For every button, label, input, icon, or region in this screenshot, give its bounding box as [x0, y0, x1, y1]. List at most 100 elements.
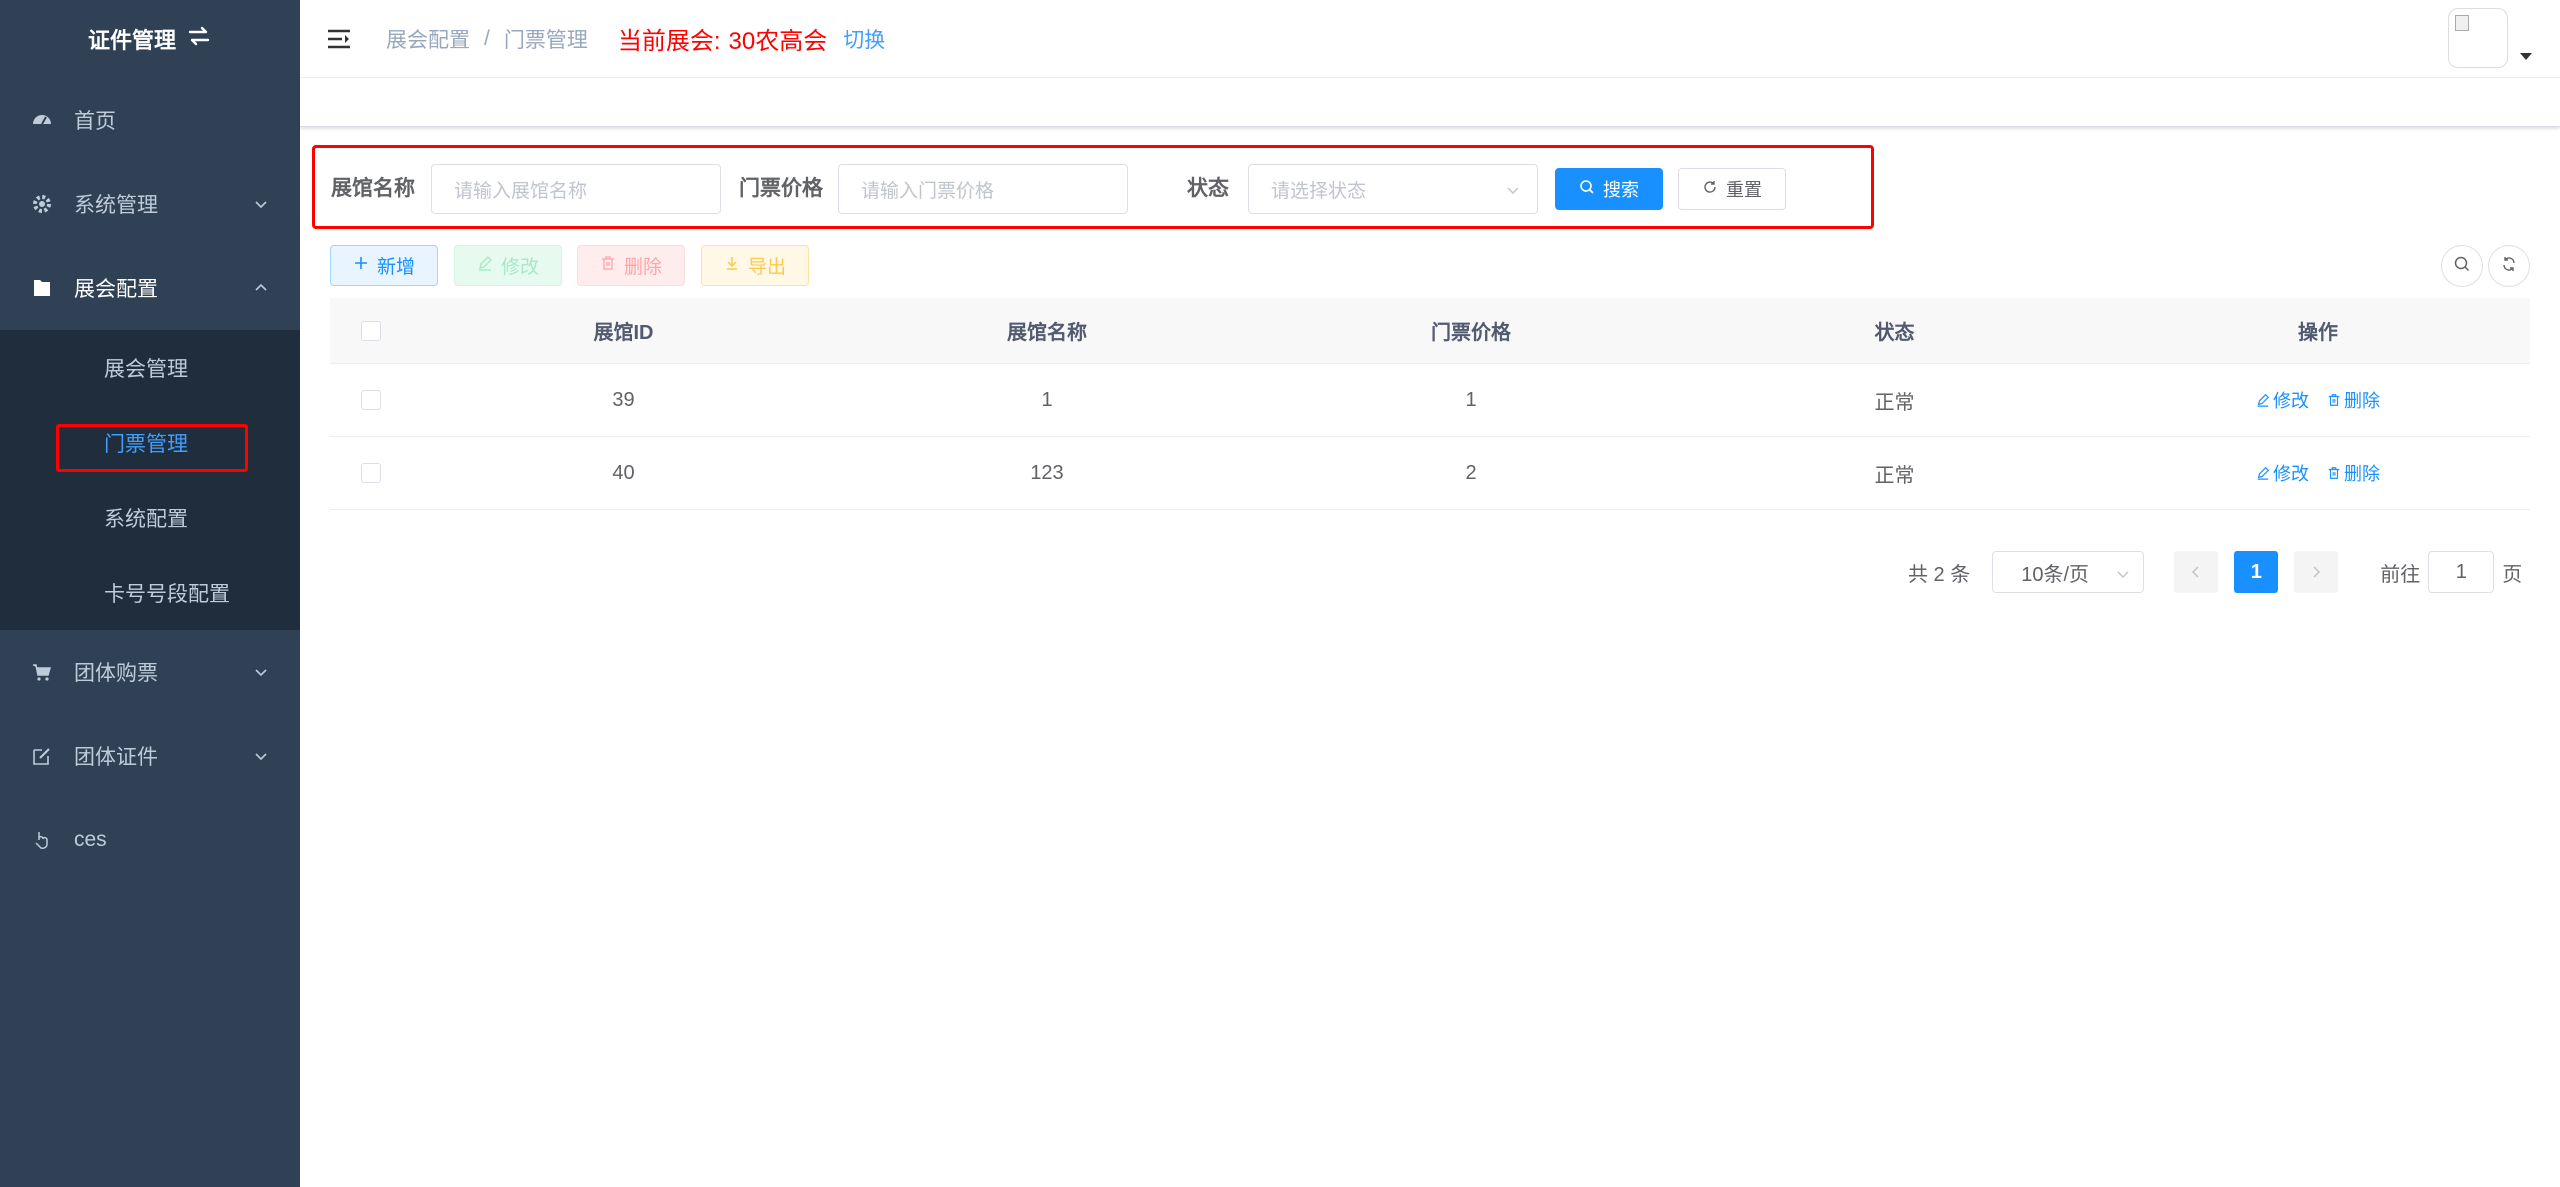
- menu-item-ces[interactable]: ces: [0, 798, 300, 882]
- export-button[interactable]: 导出: [701, 245, 809, 286]
- search-button[interactable]: 搜索: [1555, 168, 1663, 210]
- menu-item-group-certificates[interactable]: 团体证件: [0, 714, 300, 798]
- row-delete-link[interactable]: 删除: [2327, 387, 2380, 413]
- sidebar: 证件管理 首页 系统管理 展会配置 展会管理 门票管理 系统配置 卡号号段配置 …: [0, 0, 300, 1187]
- submenu-label: 系统配置: [104, 507, 188, 531]
- menu-item-system[interactable]: 系统管理: [0, 162, 300, 246]
- edit-icon: [30, 744, 54, 768]
- price-label: 门票价格: [739, 177, 823, 200]
- cell-actions: 修改 删除: [2106, 437, 2530, 509]
- column-header: 状态: [1874, 322, 1915, 344]
- current-expo-name: 30农高会: [728, 28, 828, 55]
- search-form-row: 展馆名称 请输入展馆名称 门票价格 请输入门票价格 状态 请选择状态 搜索 重置: [315, 164, 1871, 214]
- pointer-icon: [30, 828, 54, 852]
- table-row: 40 123 2 正常 修改 删除: [330, 437, 2530, 510]
- edit-icon: [477, 255, 493, 277]
- download-icon: [724, 255, 740, 277]
- add-button[interactable]: 新增: [330, 245, 438, 286]
- select-all-checkbox[interactable]: [361, 320, 381, 341]
- chevron-down-icon: [252, 663, 270, 681]
- total-count: 共 2 条: [1908, 563, 1971, 586]
- toggle-search-button[interactable]: [2441, 245, 2483, 287]
- submenu-label: 展会管理: [104, 357, 188, 381]
- hamburger-icon[interactable]: [324, 24, 354, 54]
- edit-button[interactable]: 修改: [454, 245, 562, 286]
- price-input[interactable]: 请输入门票价格: [838, 164, 1128, 214]
- status-select[interactable]: 请选择状态: [1248, 164, 1538, 214]
- menu-item-expo-config[interactable]: 展会配置: [0, 246, 300, 330]
- table-header: 展馆ID 展馆名称 门票价格 状态 操作: [330, 298, 2530, 364]
- column-header: 门票价格: [1431, 322, 1511, 344]
- reset-button[interactable]: 重置: [1678, 168, 1786, 210]
- gear-icon: [30, 192, 54, 216]
- switch-expo-link[interactable]: 切换: [843, 24, 885, 54]
- row-checkbox[interactable]: [361, 390, 381, 410]
- page-size-select[interactable]: 10条/页: [1992, 551, 2145, 593]
- price-placeholder: 请输入门票价格: [861, 180, 995, 202]
- cell-hall-name: 1: [1041, 388, 1053, 411]
- trash-icon: [600, 255, 616, 277]
- submenu-label: 卡号号段配置: [104, 582, 230, 606]
- row-select: [330, 364, 412, 436]
- status-placeholder: 请选择状态: [1271, 180, 1367, 202]
- cell-status: 正常: [1874, 464, 1915, 487]
- chevron-down-icon: [1505, 182, 1521, 198]
- menu-item-home[interactable]: 首页: [0, 78, 300, 162]
- caret-down-icon[interactable]: [2520, 53, 2532, 60]
- submenu-expo-config: 展会管理 门票管理 系统配置 卡号号段配置: [0, 330, 300, 630]
- hall-name-input[interactable]: 请输入展馆名称: [431, 164, 721, 214]
- current-expo: 当前展会: 30农高会: [618, 21, 827, 56]
- user-menu[interactable]: [2448, 8, 2532, 68]
- search-icon: [2453, 255, 2471, 278]
- breadcrumb: 展会配置 / 门票管理: [386, 24, 588, 54]
- menu-label: 团体证件: [74, 746, 158, 769]
- refresh-table-button[interactable]: [2488, 245, 2530, 287]
- row-delete-label: 删除: [2344, 464, 2380, 484]
- sidebar-header[interactable]: 证件管理: [0, 0, 300, 78]
- row-edit-link[interactable]: 修改: [2256, 460, 2309, 486]
- menu-label: ces: [74, 828, 107, 851]
- search-button-label: 搜索: [1603, 180, 1639, 200]
- add-button-label: 新增: [376, 257, 415, 278]
- next-page-button[interactable]: [2294, 551, 2339, 593]
- breadcrumb-item[interactable]: 展会配置: [386, 24, 470, 54]
- row-delete-link[interactable]: 删除: [2327, 460, 2380, 486]
- edit-icon: [2257, 466, 2270, 480]
- trash-icon: [2328, 394, 2340, 406]
- prev-page-button[interactable]: [2174, 551, 2219, 593]
- reset-button-label: 重置: [1726, 180, 1762, 200]
- column-header: 展馆名称: [1007, 322, 1087, 344]
- menu-label: 首页: [74, 110, 116, 133]
- submenu-item-system-config[interactable]: 系统配置: [0, 480, 300, 555]
- status-label: 状态: [1187, 177, 1229, 200]
- row-checkbox[interactable]: [361, 463, 381, 483]
- hall-name-label: 展馆名称: [331, 177, 415, 200]
- navbar: 展会配置 / 门票管理 当前展会: 30农高会 切换: [300, 0, 2560, 78]
- chevron-up-icon: [252, 279, 270, 297]
- chevron-left-icon: [2192, 566, 2199, 578]
- chevron-right-icon: [2313, 566, 2321, 578]
- delete-button-label: 删除: [623, 257, 662, 278]
- cart-icon: [30, 660, 54, 684]
- menu-item-group-tickets[interactable]: 团体购票: [0, 630, 300, 714]
- app-title: 证件管理: [87, 28, 176, 53]
- current-expo-label: 当前展会:: [617, 28, 721, 55]
- broken-image-icon: [2455, 15, 2469, 31]
- cell-ticket-price: 1: [1465, 388, 1477, 411]
- submenu-item-expo-management[interactable]: 展会管理: [0, 330, 300, 405]
- export-button-label: 导出: [747, 257, 786, 278]
- page-number[interactable]: 1: [2234, 551, 2279, 593]
- row-edit-link[interactable]: 修改: [2256, 387, 2309, 413]
- submenu-item-card-range-config[interactable]: 卡号号段配置: [0, 555, 300, 630]
- goto-page-input[interactable]: 1: [2428, 551, 2495, 593]
- ticket-table: 展馆ID 展馆名称 门票价格 状态 操作 39 1 1 正常 修改 删除 40 …: [330, 298, 2530, 510]
- avatar[interactable]: [2448, 8, 2508, 68]
- delete-button[interactable]: 删除: [577, 245, 685, 286]
- menu-label: 团体购票: [74, 662, 158, 685]
- plus-icon: [353, 255, 369, 277]
- menu-label: 展会配置: [74, 278, 158, 301]
- row-edit-label: 修改: [2273, 464, 2309, 484]
- cell-status: 正常: [1874, 391, 1915, 414]
- cell-hall-id: 39: [612, 388, 635, 411]
- switch-icon[interactable]: [186, 25, 212, 53]
